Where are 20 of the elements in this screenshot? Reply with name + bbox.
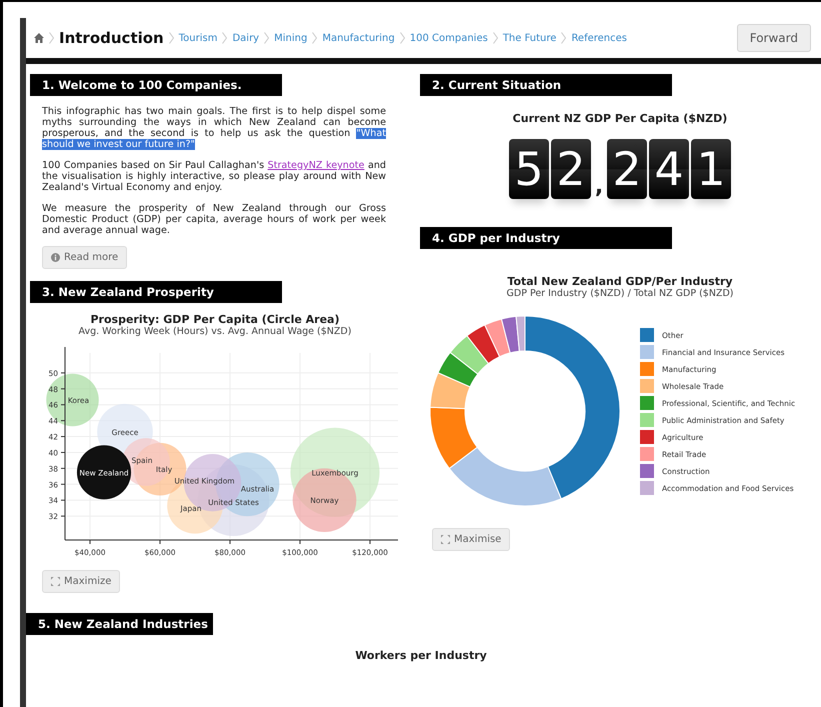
chart-title: Total New Zealand GDP/Per Industry [506,275,734,288]
intro-paragraph: 100 Companies based on Sir Paul Callaghan's StrategyNZ keynote and the visualisation is highly interactive, so please play around with New Zealand's Virtual Economy and enjoy. [42,160,386,193]
digit-tile: 2 [551,139,591,199]
digit-tile: 2 [607,139,647,199]
digit-tile: 4 [649,139,689,199]
counter-title: Current NZ GDP Per Capita ($NZD) [512,112,728,125]
chart-title: Prosperity: GDP Per Capita (Circle Area) [90,313,340,326]
digit-separator: , [594,174,604,199]
section-heading: 5. New Zealand Industries [26,613,213,635]
digit-tile: 1 [691,139,731,199]
section-heading: 3. New Zealand Prosperity [30,281,282,303]
chart-subtitle: GDP Per Industry ($NZD) / Total NZ GDP ($NZD) [506,288,734,299]
section-heading: 2. Current Situation [420,74,672,96]
intro-paragraph: We measure the prosperity of New Zealand through our Gross Domestic Product (GDP) per capita, average hours of work per week and average annual wage. [42,203,386,236]
digit-tile: 5 [509,139,549,199]
intro-paragraph: This infographic has two main goals. The first is to help dispel some myths surrounding the ways in which New Zealand can become prosperous, and the second is to help us ask the question "What should we invest our future in?" [42,106,386,150]
chart-title: Workers per Industry [354,649,488,662]
chart-subtitle: Avg. Working Week (Hours) vs. Avg. Annual Wage ($NZD) [78,326,352,337]
section-heading: 4. GDP per Industry [420,227,672,249]
section-heading: 1. Welcome to 100 Companies. [30,74,282,96]
